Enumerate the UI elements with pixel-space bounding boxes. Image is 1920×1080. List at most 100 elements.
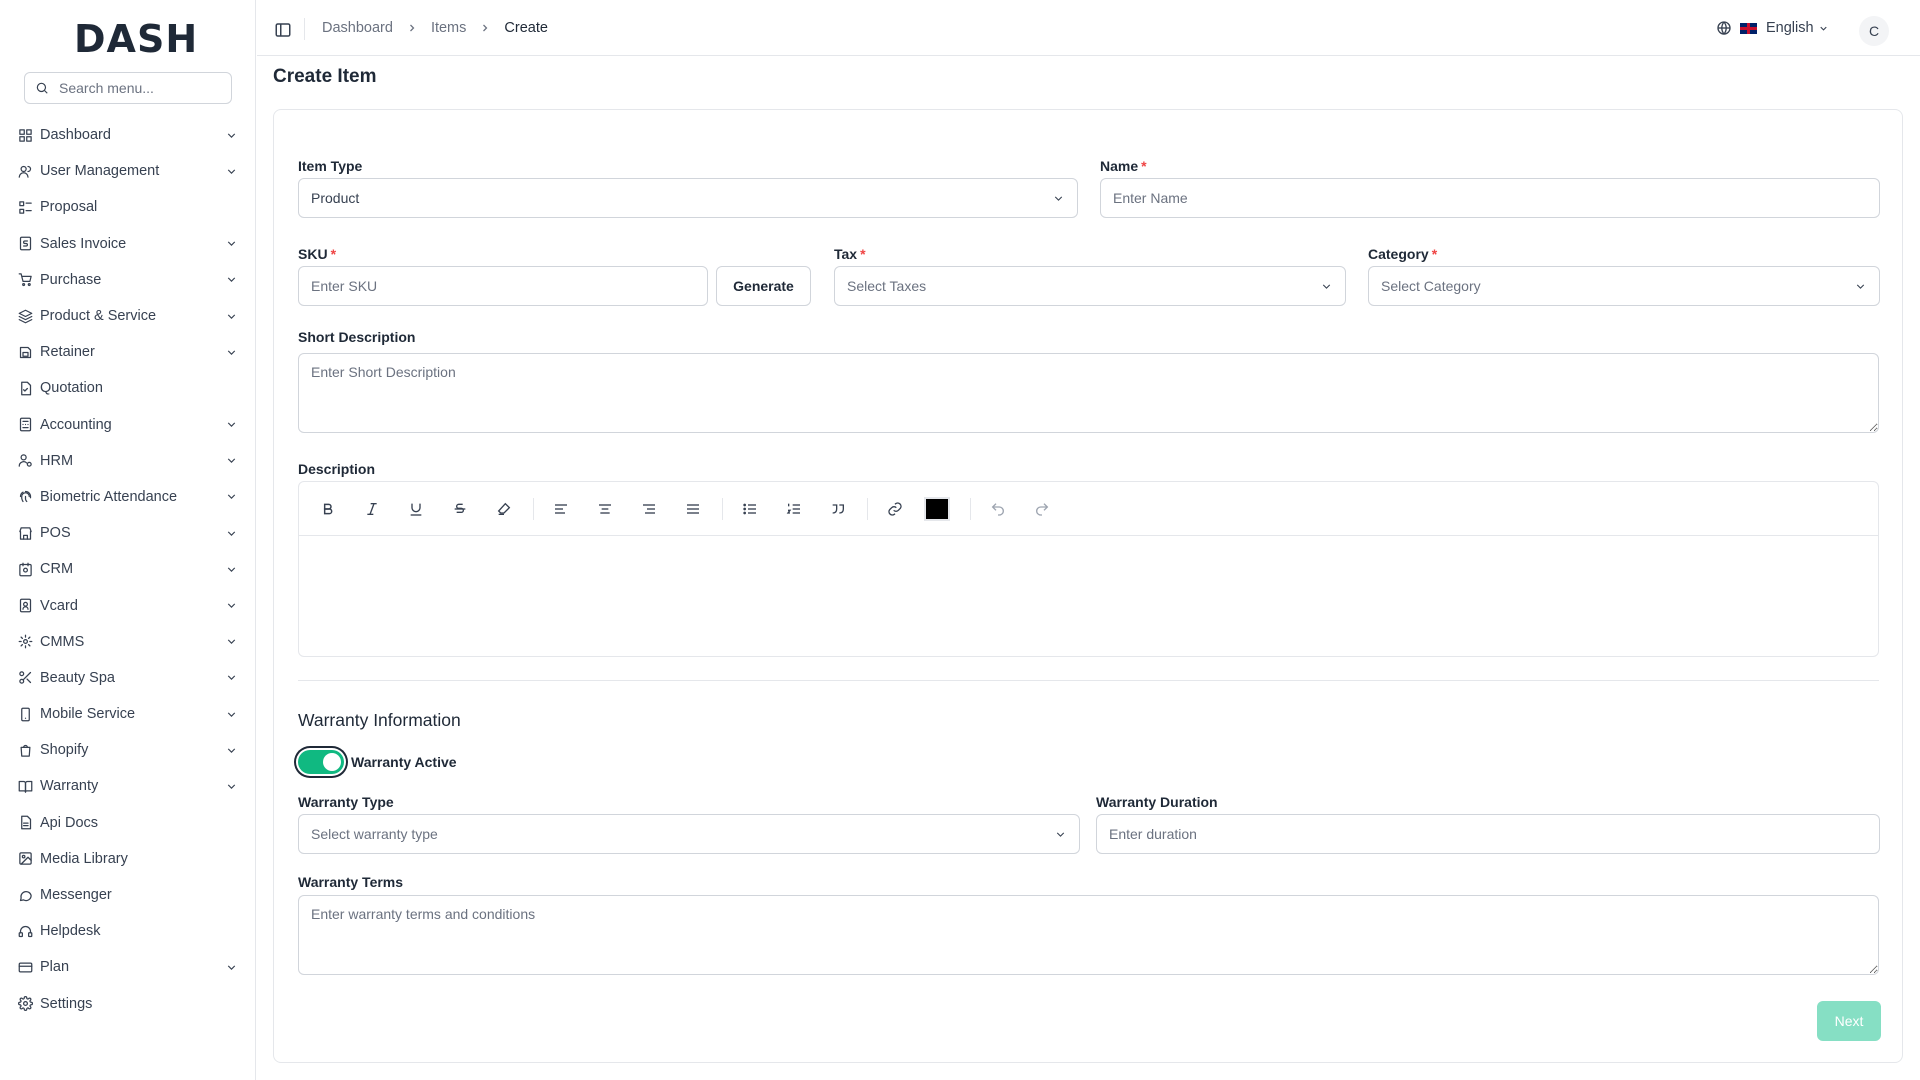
- text-color-swatch[interactable]: [924, 496, 950, 521]
- warranty-type-select[interactable]: Select warranty type: [298, 814, 1080, 854]
- sidebar-item-label: Mobile Service: [40, 706, 136, 723]
- category-label: Category *: [1368, 246, 1438, 262]
- sidebar-item-product-service[interactable]: Product & Service: [0, 298, 256, 334]
- sidebar-item-user-management[interactable]: User Management: [0, 153, 256, 189]
- bold-icon[interactable]: [313, 494, 343, 524]
- sidebar-item-label: Api Docs: [40, 814, 99, 831]
- chat-icon: [17, 887, 33, 903]
- chevron-down-icon: [224, 960, 238, 974]
- sidebar-item-purchase[interactable]: Purchase: [0, 262, 256, 298]
- chevron-down-icon: [224, 671, 238, 685]
- mobile-icon: [17, 706, 33, 722]
- sidebar-item-label: Biometric Attendance: [40, 488, 178, 505]
- shopify-icon: [17, 742, 33, 758]
- sidebar-item-cmms[interactable]: CMMS: [0, 624, 256, 660]
- numbered-list-icon[interactable]: [779, 494, 809, 524]
- bullet-list-icon[interactable]: [735, 494, 765, 524]
- sidebar-item-sales-invoice[interactable]: Sales Invoice: [0, 226, 256, 262]
- quote-icon[interactable]: [823, 494, 853, 524]
- crm-icon: [17, 561, 33, 577]
- retainer-icon: [17, 344, 33, 360]
- underline-icon[interactable]: [401, 494, 431, 524]
- warranty-duration-input[interactable]: [1096, 814, 1880, 854]
- toolbar-divider: [970, 497, 971, 520]
- item-type-label: Item Type: [298, 158, 363, 174]
- layers-icon: [17, 308, 33, 324]
- description-editor-content[interactable]: [299, 536, 1878, 656]
- sidebar-item-beauty-spa[interactable]: Beauty Spa: [0, 660, 256, 696]
- sidebar-item-biometric-attendance[interactable]: Biometric Attendance: [0, 479, 256, 515]
- warranty-active-label: Warranty Active: [351, 754, 457, 770]
- page-title: Create Item: [273, 66, 377, 87]
- sidebar-item-api-docs[interactable]: Api Docs: [0, 805, 256, 841]
- chevron-down-icon: [1054, 828, 1067, 841]
- sidebar-item-helpdesk[interactable]: Helpdesk: [0, 913, 256, 949]
- strikethrough-icon[interactable]: [445, 494, 475, 524]
- name-label: Name *: [1100, 158, 1147, 174]
- clear-format-icon[interactable]: [489, 494, 519, 524]
- breadcrumb-items[interactable]: Items: [431, 20, 466, 36]
- warranty-terms-textarea[interactable]: [298, 895, 1879, 975]
- sidebar-item-pos[interactable]: POS: [0, 515, 256, 551]
- description-label: Description: [298, 461, 376, 477]
- short-description-textarea[interactable]: [298, 353, 1879, 433]
- generate-sku-button[interactable]: Generate: [716, 266, 811, 306]
- quotation-icon: [17, 380, 33, 396]
- align-right-icon[interactable]: [634, 494, 664, 524]
- warranty-active-toggle[interactable]: [298, 750, 344, 774]
- category-select[interactable]: Select Category: [1368, 266, 1880, 306]
- chevron-down-icon: [224, 599, 238, 613]
- sidebar-item-hrm[interactable]: HRM: [0, 443, 256, 479]
- next-button[interactable]: Next: [1817, 1001, 1881, 1041]
- language-selector[interactable]: English: [1716, 20, 1829, 36]
- sidebar-item-plan[interactable]: Plan: [0, 949, 256, 985]
- create-item-form: Item Type Product Name* SKU* Generate Ta…: [273, 109, 1903, 1063]
- search-icon: [35, 81, 49, 95]
- sidebar-item-mobile-service[interactable]: Mobile Service: [0, 696, 256, 732]
- name-input[interactable]: [1100, 178, 1880, 218]
- undo-icon[interactable]: [983, 494, 1013, 524]
- sidebar-item-quotation[interactable]: Quotation: [0, 370, 256, 406]
- item-type-select[interactable]: Product: [298, 178, 1078, 218]
- calculator-icon: [17, 417, 33, 433]
- sidebar-item-dashboard[interactable]: Dashboard: [0, 117, 256, 153]
- hrm-icon: [17, 453, 33, 469]
- description-editor: [298, 481, 1879, 657]
- sidebar-toggle-icon[interactable]: [274, 21, 292, 39]
- book-icon: [17, 778, 33, 794]
- sidebar-nav: Dashboard User Management Proposal Sales In…: [0, 117, 256, 1022]
- chevron-down-icon: [224, 237, 238, 251]
- sidebar-item-proposal[interactable]: Proposal: [0, 189, 256, 225]
- sidebar-item-label: CRM: [40, 561, 74, 578]
- sidebar-item-warranty[interactable]: Warranty: [0, 768, 256, 804]
- sidebar-item-label: Media Library: [40, 850, 128, 867]
- breadcrumb-dashboard[interactable]: Dashboard: [322, 20, 393, 36]
- italic-icon[interactable]: [357, 494, 387, 524]
- sku-input[interactable]: [298, 266, 708, 306]
- align-left-icon[interactable]: [546, 494, 576, 524]
- sidebar-item-settings[interactable]: Settings: [0, 986, 256, 1022]
- sidebar-item-accounting[interactable]: Accounting: [0, 407, 256, 443]
- sidebar-item-vcard[interactable]: Vcard: [0, 587, 256, 623]
- language-label: English: [1766, 20, 1814, 36]
- avatar[interactable]: C: [1859, 16, 1889, 46]
- link-icon[interactable]: [880, 494, 910, 524]
- sidebar-item-label: Retainer: [40, 344, 95, 361]
- chevron-down-icon: [224, 273, 238, 287]
- sidebar-item-crm[interactable]: CRM: [0, 551, 256, 587]
- align-justify-icon[interactable]: [678, 494, 708, 524]
- sidebar-item-shopify[interactable]: Shopify: [0, 732, 256, 768]
- chevron-down-icon: [224, 779, 238, 793]
- logo-text: DASH: [74, 17, 199, 61]
- sidebar-item-retainer[interactable]: Retainer: [0, 334, 256, 370]
- sidebar-item-media-library[interactable]: Media Library: [0, 841, 256, 877]
- sidebar-item-messenger[interactable]: Messenger: [0, 877, 256, 913]
- app-logo[interactable]: DASH: [74, 17, 199, 61]
- search-input[interactable]: [57, 79, 227, 97]
- tax-select[interactable]: Select Taxes: [834, 266, 1346, 306]
- sidebar-item-label: Messenger: [40, 887, 112, 904]
- align-center-icon[interactable]: [590, 494, 620, 524]
- chevron-down-icon: [224, 490, 238, 504]
- item-type-value: Product: [311, 190, 360, 206]
- redo-icon[interactable]: [1027, 494, 1057, 524]
